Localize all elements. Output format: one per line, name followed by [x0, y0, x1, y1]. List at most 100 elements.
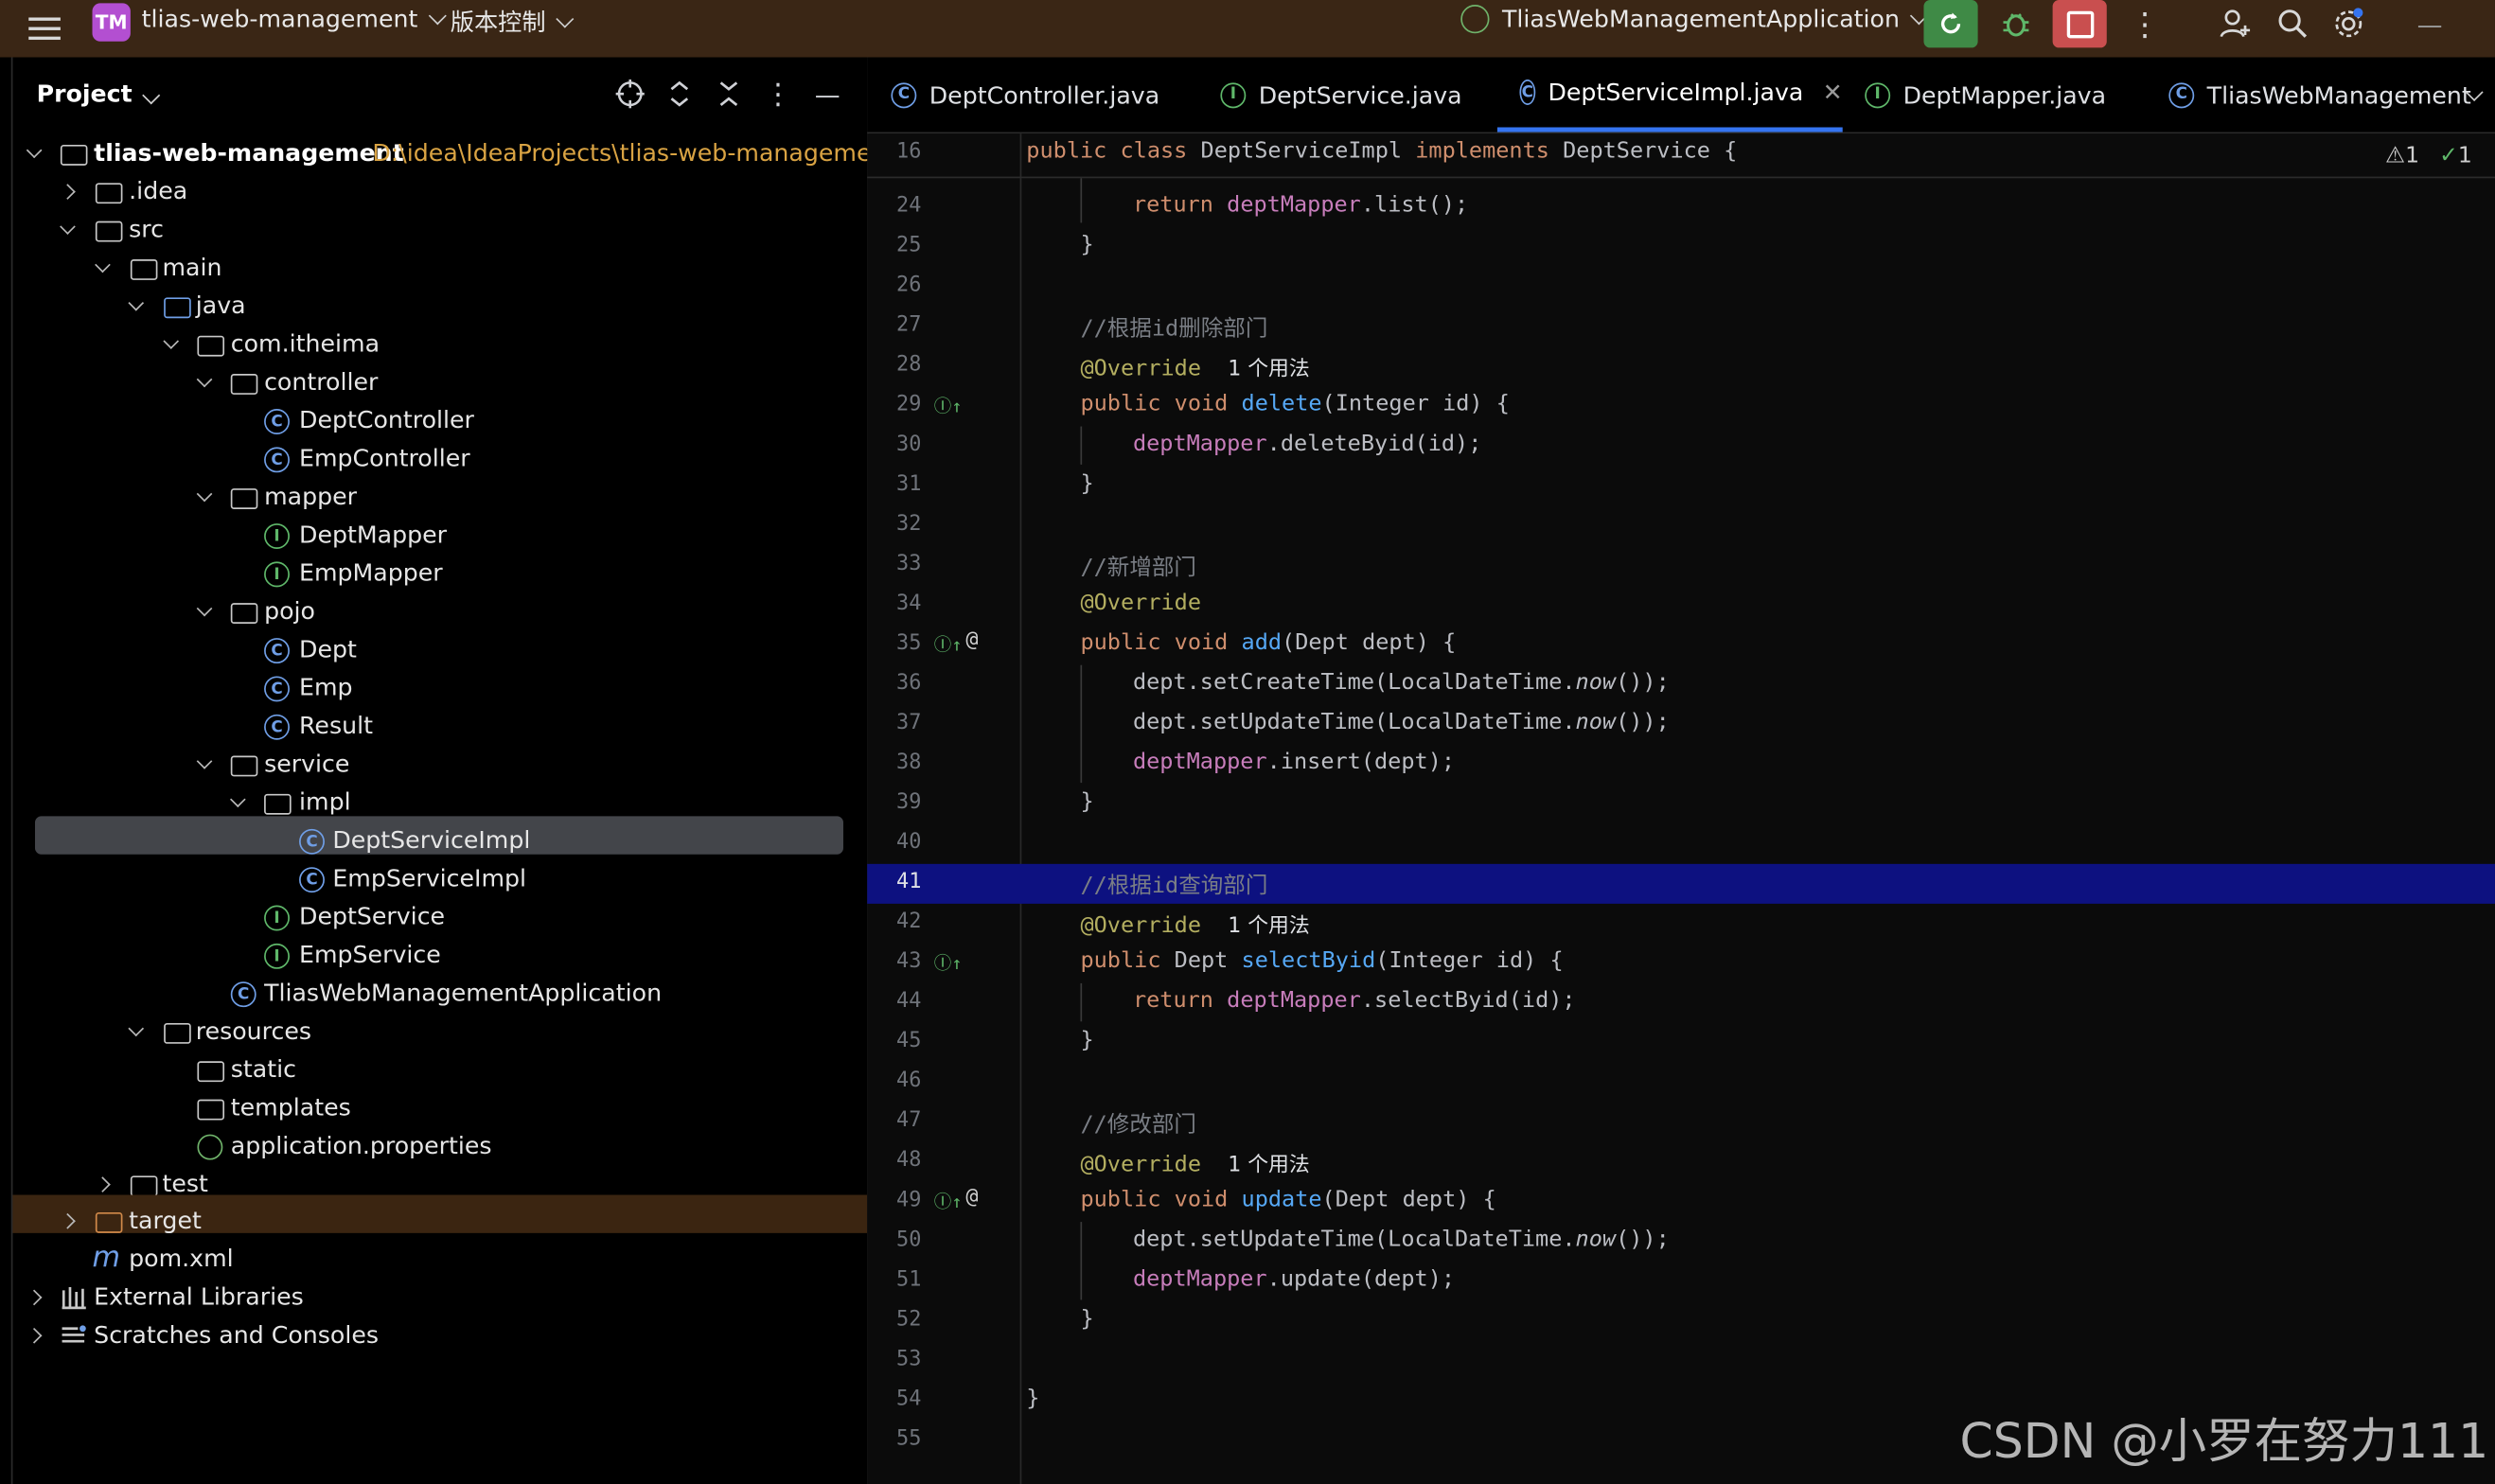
tree-label: mapper	[264, 482, 357, 511]
indent-guide	[1080, 178, 1083, 223]
tree-item-pojo[interactable]: pojo	[12, 593, 867, 631]
search-button[interactable]	[2266, 0, 2320, 47]
tree-item-application-properties[interactable]: application.properties	[12, 1128, 867, 1166]
tree-item-empcontroller[interactable]: C EmpController	[12, 441, 867, 479]
settings-button[interactable]	[2322, 0, 2376, 47]
indent-guide	[1080, 426, 1083, 465]
tree-item-application-class[interactable]: C TliasWebManagementApplication	[12, 976, 867, 1014]
main-menu-icon[interactable]	[28, 12, 61, 44]
code-text: @Override 1 个用法	[1080, 356, 1310, 382]
tree-item-emp[interactable]: C Emp	[12, 670, 867, 708]
run-config-selector[interactable]: TliasWebManagementApplication	[1460, 5, 1928, 34]
more-actions-icon[interactable]: ⋮	[2118, 0, 2172, 47]
tab-application[interactable]: C TliasWebManagement	[2168, 58, 2471, 132]
tree-item-idea[interactable]: .idea	[12, 173, 867, 211]
folder-icon	[95, 183, 123, 204]
tabs-overflow-button[interactable]	[2465, 58, 2484, 132]
tree-item-mapper[interactable]: mapper	[12, 479, 867, 517]
mapping-at-icon[interactable]: @	[965, 628, 978, 652]
tree-item-pom[interactable]: m pom.xml	[12, 1241, 867, 1279]
debug-button[interactable]	[1989, 0, 2043, 47]
hide-panel-icon[interactable]: —	[810, 77, 845, 112]
tree-item-java[interactable]: java	[12, 288, 867, 326]
code-line: 26	[896, 274, 922, 298]
folder-icon	[197, 1099, 225, 1121]
code-text: dept.setUpdateTime(LocalDateTime.now());	[1132, 709, 1670, 735]
add-user-button[interactable]	[2208, 0, 2262, 47]
tab-deptcontroller[interactable]: C DeptController.java	[891, 58, 1159, 132]
tree-item-deptmapper[interactable]: I DeptMapper	[12, 517, 867, 555]
tree-item-main[interactable]: main	[12, 250, 867, 288]
implements-method-icon[interactable]: Ⓘ↑	[934, 631, 963, 657]
interface-icon: I	[264, 905, 290, 931]
add-user-icon	[2220, 9, 2251, 38]
tree-item-deptservice[interactable]: I DeptService	[12, 899, 867, 937]
tree-item-scratches[interactable]: Scratches and Consoles	[12, 1317, 867, 1355]
tab-deptservice[interactable]: I DeptService.java	[1220, 58, 1462, 132]
tab-deptmapper[interactable]: I DeptMapper.java	[1865, 58, 2106, 132]
chevron-right-icon	[60, 184, 76, 200]
tree-label: EmpServiceImpl	[332, 863, 527, 893]
usage-hint[interactable]: 1 个用法	[1228, 915, 1309, 939]
interface-icon: I	[264, 523, 290, 549]
code-text: }	[1080, 788, 1094, 815]
tree-item-empmapper[interactable]: I EmpMapper	[12, 556, 867, 593]
vcs-menu[interactable]: 版本控制	[451, 5, 575, 38]
close-icon[interactable]: ✕	[1823, 78, 1843, 106]
project-selector[interactable]: tlias-web-management	[142, 5, 447, 33]
chevron-down-icon	[128, 294, 145, 311]
tree-item-resources[interactable]: resources	[12, 1014, 867, 1051]
usage-hint[interactable]: 1 个用法	[1228, 1154, 1309, 1177]
locate-file-icon[interactable]	[612, 77, 647, 112]
collapse-all-icon[interactable]	[711, 77, 746, 112]
code-text: public void add(Dept dept) {	[1080, 629, 1457, 656]
code-line: 43 Ⓘ↑ public Dept selectByid(Integer id) {	[896, 947, 1564, 976]
code-line: 37 dept.setUpdateTime(LocalDateTime.now()…	[896, 709, 1670, 735]
minimize-button[interactable]: —	[2402, 0, 2456, 47]
code-line-current: 41//根据id查询部门	[867, 863, 2495, 904]
tree-item-src[interactable]: src	[12, 212, 867, 250]
tree-item-service[interactable]: service	[12, 746, 867, 784]
tree-item-templates[interactable]: templates	[12, 1090, 867, 1128]
tree-label: application.properties	[230, 1131, 492, 1160]
tree-item-deptserviceimpl[interactable]: C DeptServiceImpl	[12, 822, 867, 860]
stop-button[interactable]	[2052, 0, 2107, 48]
implements-method-icon[interactable]: Ⓘ↑	[934, 393, 963, 418]
mapping-at-icon[interactable]: @	[965, 1185, 978, 1209]
rerun-button[interactable]	[1923, 0, 1978, 48]
code-line: 31}	[896, 470, 1094, 497]
code-comment: //修改部门	[1080, 1112, 1196, 1138]
tree-item-empserviceimpl[interactable]: C EmpServiceImpl	[12, 860, 867, 898]
code-editor[interactable]: 16 public class DeptServiceImpl implemen…	[867, 133, 2495, 1484]
usage-hint[interactable]: 1 个用法	[1228, 358, 1309, 381]
code-line: 52}	[896, 1306, 1094, 1333]
expand-all-icon[interactable]	[662, 77, 697, 112]
inspection-warnings[interactable]: ⚠1	[2385, 143, 2419, 168]
editor-tabs: C DeptController.java I DeptService.java C…	[867, 57, 2495, 134]
implements-method-icon[interactable]: Ⓘ↑	[934, 950, 963, 976]
tab-label: DeptController.java	[929, 80, 1160, 110]
implements-method-icon[interactable]: Ⓘ↑	[934, 1189, 963, 1214]
tree-item-com-itheima[interactable]: com.itheima	[12, 327, 867, 364]
code-line: 38 deptMapper.insert(dept);	[896, 749, 1456, 775]
inspection-checks[interactable]: ✓1	[2439, 143, 2472, 168]
indent-guide	[1080, 1222, 1083, 1300]
project-panel-title[interactable]: Project	[37, 80, 161, 108]
tree-item-external-libraries[interactable]: External Libraries	[12, 1280, 867, 1317]
tree-item-controller[interactable]: controller	[12, 364, 867, 402]
project-panel: Project ⋮ — tlias-web-management D:\idea…	[10, 57, 895, 1484]
tab-deptserviceimpl[interactable]: C DeptServiceImpl.java ✕	[1496, 58, 1843, 132]
code-text: @Override	[1080, 590, 1201, 616]
tree-item-dept[interactable]: C Dept	[12, 631, 867, 669]
folder-icon	[197, 1061, 225, 1083]
sticky-divider	[867, 176, 2495, 179]
tree-item-target[interactable]: target	[12, 1203, 867, 1241]
code-text: return deptMapper.list();	[1132, 192, 1469, 219]
tree-item-empservice[interactable]: I EmpService	[12, 937, 867, 975]
tree-item-deptcontroller[interactable]: C DeptController	[12, 402, 867, 440]
tree-item-static[interactable]: static	[12, 1051, 867, 1089]
tree-root[interactable]: tlias-web-management D:\idea\IdeaProject…	[12, 135, 895, 173]
panel-options-icon[interactable]: ⋮	[761, 77, 796, 112]
tree-item-result[interactable]: C Result	[12, 708, 867, 746]
code-text: dept.setUpdateTime(LocalDateTime.now());	[1132, 1227, 1670, 1253]
